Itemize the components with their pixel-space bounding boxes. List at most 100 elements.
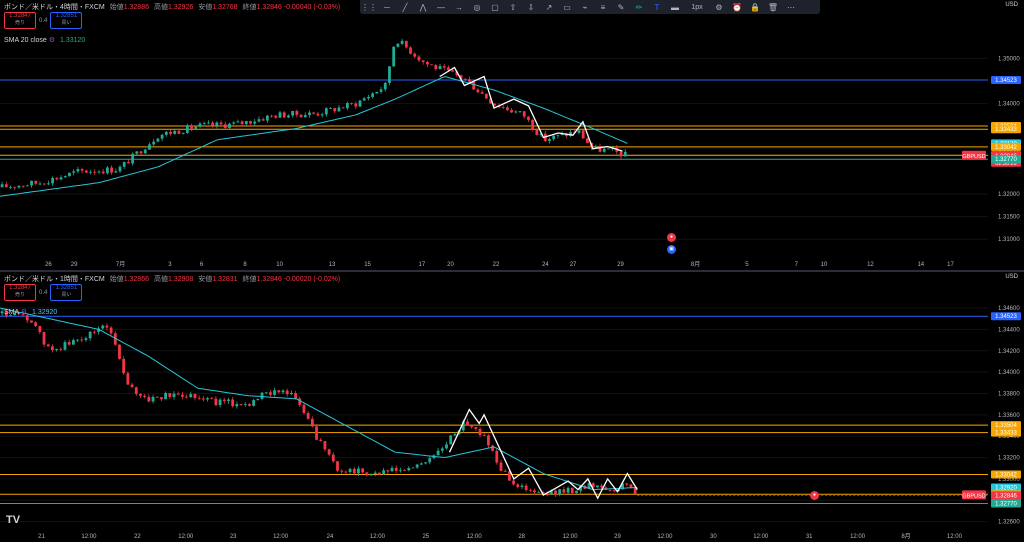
trend-line-icon[interactable]: ╱ — [396, 0, 414, 14]
candle-body — [440, 448, 444, 451]
horizontal-line-icon[interactable]: ─ — [378, 0, 396, 14]
target-icon[interactable]: ◎ — [468, 0, 486, 14]
indicator-settings-icon[interactable]: ⚙ — [49, 37, 55, 44]
candle-body — [97, 171, 101, 173]
candle-body — [482, 435, 486, 436]
chart-pane-1h[interactable]: 1.34600 1.34400 1.34200 1.34000 1.33800 1.336… — [0, 272, 1024, 542]
text-tool-icon[interactable]: T — [648, 0, 666, 14]
candle-body — [222, 399, 226, 402]
candle-body — [122, 162, 126, 167]
candle-body — [285, 390, 289, 395]
candle-body — [514, 111, 518, 113]
candle-body — [118, 166, 122, 172]
arrow-right-icon[interactable]: → — [450, 0, 468, 14]
candle-body — [206, 398, 209, 400]
trash-icon[interactable]: 🗑 — [764, 0, 782, 14]
x-tick-label: 12:00 — [467, 534, 483, 540]
candle-body — [25, 315, 29, 321]
sell-button[interactable]: 1.32847 売り — [4, 12, 36, 29]
candle-body — [59, 177, 63, 180]
candle-body — [278, 112, 282, 118]
candle-body — [424, 462, 427, 464]
candle-body — [612, 490, 616, 492]
candle-body — [63, 176, 67, 178]
x-tick-label: 5 — [745, 262, 749, 268]
tradingview-logo-icon[interactable]: TV — [6, 514, 20, 526]
candle-body — [232, 122, 236, 124]
pencil-icon[interactable]: ✏ — [630, 0, 648, 14]
sell-price: 1.32847 — [9, 13, 31, 19]
candle-body — [392, 46, 396, 67]
candle-body — [168, 393, 172, 397]
x-tick-label: 25 — [422, 534, 429, 540]
candle-body — [310, 418, 314, 427]
candle-body — [512, 480, 515, 485]
y-tick-label: 1.34200 — [998, 349, 1020, 355]
drag-handle-icon[interactable]: ⋮⋮ — [360, 0, 378, 14]
y-tick-label: 1.34600 — [998, 306, 1020, 312]
candle-body — [240, 121, 244, 125]
close-label: 終値 — [242, 276, 257, 283]
x-tick-label: 8 — [243, 262, 247, 268]
candle-body — [528, 489, 532, 491]
line-width-icon[interactable]: ▬ — [666, 0, 684, 14]
fib-icon[interactable]: ⋀ — [414, 0, 432, 14]
candle-body — [122, 358, 126, 374]
candle-body — [570, 487, 574, 494]
chart-pane-4h[interactable]: 1.350001.340001.330001.320001.315001.310… — [0, 0, 1024, 270]
indicator-settings-icon[interactable]: ⚙ — [21, 309, 27, 316]
candle-body — [451, 70, 455, 72]
comment-icon[interactable]: ▭ — [558, 0, 576, 14]
line-icon[interactable]: — — [432, 0, 450, 14]
x-tick-label: 14 — [917, 262, 924, 268]
candle-body — [425, 61, 429, 65]
candle-body — [93, 171, 97, 173]
lock-icon[interactable]: 🔒 — [746, 0, 764, 14]
parallel-icon[interactable]: ≡ — [594, 0, 612, 14]
calendar-event-icon[interactable]: ▣ — [667, 245, 676, 254]
rectangle-icon[interactable]: ▢ — [486, 0, 504, 14]
candle-body — [303, 115, 307, 118]
event-marker-icon[interactable]: ● — [810, 491, 819, 500]
buy-button[interactable]: 1.32851 買い — [50, 284, 83, 301]
y-tick-label: 1.34000 — [998, 370, 1020, 376]
candle-body — [516, 484, 520, 488]
sell-button[interactable]: 1.32847 売り — [4, 284, 36, 301]
candle-body — [227, 399, 230, 402]
low-label: 安値 — [198, 4, 213, 11]
candle-body — [602, 148, 606, 152]
buy-button[interactable]: 1.32851 買い — [50, 12, 83, 29]
settings-icon[interactable]: ⚙ — [710, 0, 728, 14]
candle-body — [180, 394, 184, 397]
y-tick-label: 1.33800 — [998, 391, 1020, 397]
chart-canvas-1h[interactable]: 1.34600 1.34400 1.34200 1.34000 1.33800 1.336… — [0, 272, 1024, 542]
candle-body — [80, 339, 84, 341]
arrow-up-icon[interactable]: ⇧ — [504, 0, 522, 14]
price-tag-label: 1.32770 — [995, 502, 1017, 508]
candle-body — [398, 470, 402, 472]
high-label: 高値 — [153, 276, 168, 283]
candle-body — [537, 492, 541, 493]
arrow-down-icon[interactable]: ⇩ — [522, 0, 540, 14]
event-marker-icon[interactable]: ● — [667, 233, 676, 242]
line-width-value[interactable]: 1px — [684, 0, 710, 14]
symbol-title[interactable]: ポンド／米ドル・1時間・FXCM — [4, 276, 105, 283]
alert-icon[interactable]: ⏰ — [728, 0, 746, 14]
candle-body — [13, 186, 17, 188]
zigzag-line — [448, 408, 638, 500]
candle-body — [577, 130, 581, 133]
candle-body — [362, 98, 366, 101]
sma-legend-1h[interactable]: SMA ⚙ 1.32920 — [4, 308, 57, 316]
y-tick-label: 1.34000 — [998, 102, 1020, 108]
chart-canvas-4h[interactable]: 1.350001.340001.330001.320001.315001.310… — [0, 0, 1024, 270]
symbol-title[interactable]: ポンド／米ドル・4時間・FXCM — [4, 4, 105, 11]
more-icon[interactable]: ⋯ — [782, 0, 800, 14]
path-icon[interactable]: ⌁ — [576, 0, 594, 14]
sma-legend-4h[interactable]: SMA 20 close ⚙ 1.33120 — [4, 36, 85, 44]
arrow-diagonal-icon[interactable]: ↗ — [540, 0, 558, 14]
y-tick-label: 1.34400 — [998, 327, 1020, 333]
candle-body — [76, 169, 80, 172]
brush-icon[interactable]: ✎ — [612, 0, 630, 14]
candle-body — [608, 490, 612, 491]
candle-body — [139, 393, 142, 396]
